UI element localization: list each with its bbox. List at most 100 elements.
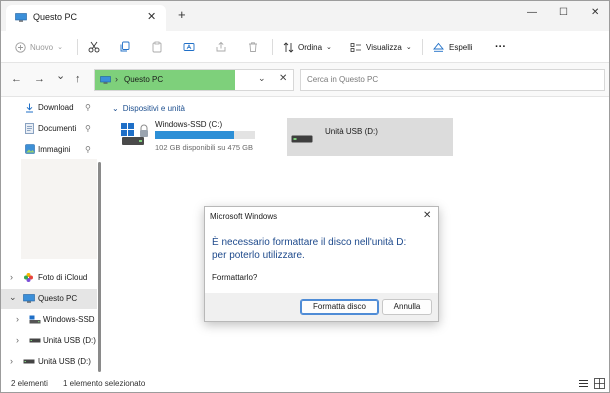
pin-icon: ⚲	[85, 145, 91, 154]
drive-free-space: 102 GB disponibili su 475 GB	[155, 143, 253, 152]
expand-icon[interactable]: ›	[10, 272, 13, 282]
address-dropdown-button[interactable]: ⌄	[258, 73, 266, 84]
dialog-question: Formattarlo?	[212, 273, 258, 282]
sidebar-item-label: Unità USB (D:)	[43, 336, 96, 345]
new-button[interactable]: Nuovo ⌄	[15, 39, 63, 55]
cancel-button[interactable]: Annulla	[382, 299, 432, 315]
share-button[interactable]	[215, 39, 227, 55]
drive-tile-d[interactable]: Unità USB (D:)	[287, 118, 453, 156]
usb-drive-icon	[23, 359, 35, 364]
close-button[interactable]: ✕	[591, 7, 599, 18]
dialog-title-bar: Microsoft Windows ✕	[205, 207, 438, 225]
sidebar-item-label: Immagini	[38, 145, 71, 154]
chevron-down-icon: ⌄	[326, 44, 332, 51]
eject-button[interactable]: Espelli	[433, 39, 473, 55]
toolbar-divider	[77, 39, 78, 55]
icloud-photos-icon	[24, 273, 33, 282]
usb-drive-icon	[291, 135, 313, 143]
sidebar-item-immagini[interactable]: Immagini ⚲	[1, 140, 97, 160]
up-button[interactable]: ↑	[75, 73, 81, 85]
format-disk-button[interactable]: Formatta disco	[300, 299, 379, 315]
sidebar-item-label: Foto di iCloud	[38, 273, 88, 282]
dialog-title: Microsoft Windows	[210, 212, 278, 221]
drive-name: Windows-SSD (C:)	[155, 120, 223, 129]
paste-button[interactable]	[151, 39, 163, 55]
sidebar-item-label: Questo PC	[38, 294, 78, 303]
rename-button[interactable]	[183, 39, 195, 55]
back-button[interactable]: ←	[11, 73, 22, 85]
rename-icon	[183, 43, 195, 51]
sidebar-item-windows-ssd[interactable]: › Windows-SSD	[1, 310, 97, 330]
navigation-bar: ← → ⌄ ↑ › Questo PC ⌄ ✕ Cerca in Questo …	[1, 63, 609, 97]
storage-usage-bar	[155, 131, 255, 139]
group-header[interactable]: ⌄ Dispositivi e unità	[112, 104, 185, 113]
sidebar-item-label: Unità USB (D:)	[38, 357, 91, 366]
collapse-icon[interactable]: ⌄	[9, 292, 17, 303]
view-layout-icon	[350, 42, 361, 52]
selection-count: 1 elemento selezionato	[63, 379, 146, 388]
breadcrumb-location[interactable]: Questo PC	[124, 75, 163, 84]
sort-button[interactable]: Ordina ⌄	[283, 39, 332, 55]
sidebar-item-download[interactable]: Download ⚲	[1, 98, 97, 118]
group-header-label: Dispositivi e unità	[122, 104, 185, 113]
breadcrumb-separator-icon: ›	[115, 74, 118, 84]
forward-button[interactable]: →	[34, 73, 45, 85]
chevron-down-icon: ⌄	[112, 104, 119, 113]
redacted-area	[21, 159, 97, 259]
new-tab-button[interactable]: +	[178, 8, 186, 22]
view-button-label: Visualizza	[366, 42, 402, 52]
address-bar[interactable]: › Questo PC ⌄ ✕	[94, 69, 294, 91]
details-view-icon[interactable]	[578, 379, 589, 388]
pin-icon: ⚲	[85, 124, 91, 133]
sidebar-item-documenti[interactable]: Documenti ⚲	[1, 119, 97, 139]
pc-icon	[100, 76, 111, 84]
drive-icon	[29, 315, 41, 324]
maximize-button[interactable]: ☐	[559, 7, 568, 18]
tab-title: Questo PC	[33, 12, 78, 22]
pin-icon: ⚲	[85, 103, 91, 112]
copy-button[interactable]	[119, 39, 131, 55]
new-button-label: Nuovo	[30, 42, 54, 52]
tiles-view-icon[interactable]	[594, 378, 605, 389]
delete-button[interactable]	[247, 39, 259, 55]
expand-icon[interactable]: ›	[16, 335, 19, 345]
dialog-footer: Formatta disco Annulla	[205, 293, 438, 321]
toolbar-divider	[422, 39, 423, 55]
dialog-close-button[interactable]: ✕	[423, 210, 431, 221]
drive-tile-c[interactable]: Windows-SSD (C:) 102 GB disponibili su 4…	[116, 118, 276, 156]
address-clear-button[interactable]: ✕	[279, 73, 287, 84]
search-input[interactable]: Cerca in Questo PC	[300, 69, 605, 91]
tab-questo-pc[interactable]: Questo PC ✕	[6, 5, 166, 31]
sidebar-scrollbar[interactable]	[98, 162, 101, 372]
sort-button-label: Ordina	[298, 42, 323, 52]
sidebar-item-usb-drive-1[interactable]: › Unità USB (D:)	[1, 331, 97, 351]
pc-icon	[15, 13, 27, 22]
search-placeholder: Cerca in Questo PC	[307, 75, 379, 84]
sidebar-item-usb-drive-2[interactable]: › Unità USB (D:)	[1, 352, 97, 372]
drive-name: Unità USB (D:)	[325, 127, 378, 136]
trash-icon	[249, 42, 257, 52]
expand-icon[interactable]: ›	[10, 356, 13, 366]
dialog-message-line: per poterlo utilizzare.	[212, 250, 305, 261]
recent-locations-button[interactable]: ⌄	[56, 70, 65, 82]
windows-drive-icon	[121, 123, 148, 145]
cut-button[interactable]	[88, 39, 100, 55]
sidebar-item-label: Windows-SSD	[43, 315, 95, 324]
navigation-pane: Download ⚲ Documenti ⚲ Immagini ⚲ › Foto…	[1, 97, 106, 375]
sidebar-item-questo-pc[interactable]: ⌄ Questo PC	[1, 289, 97, 309]
sidebar-item-icloud-photos[interactable]: › Foto di iCloud	[1, 268, 97, 288]
dialog-message: È necessario formattare il disco nell'un…	[212, 236, 434, 262]
more-options-button[interactable]: ···	[495, 39, 506, 55]
status-bar: 2 elementi 1 elemento selezionato	[1, 375, 609, 392]
tab-close-icon[interactable]: ✕	[147, 10, 156, 23]
documents-icon	[25, 123, 34, 134]
chevron-down-icon: ⌄	[405, 44, 412, 51]
sort-icon	[283, 41, 294, 53]
view-button[interactable]: Visualizza ⌄	[350, 39, 412, 55]
expand-icon[interactable]: ›	[16, 314, 19, 324]
minimize-button[interactable]: —	[527, 7, 537, 18]
usb-drive-icon	[29, 338, 41, 343]
scissors-icon	[88, 41, 100, 53]
add-circle-icon	[15, 41, 26, 53]
pictures-icon	[25, 144, 35, 154]
